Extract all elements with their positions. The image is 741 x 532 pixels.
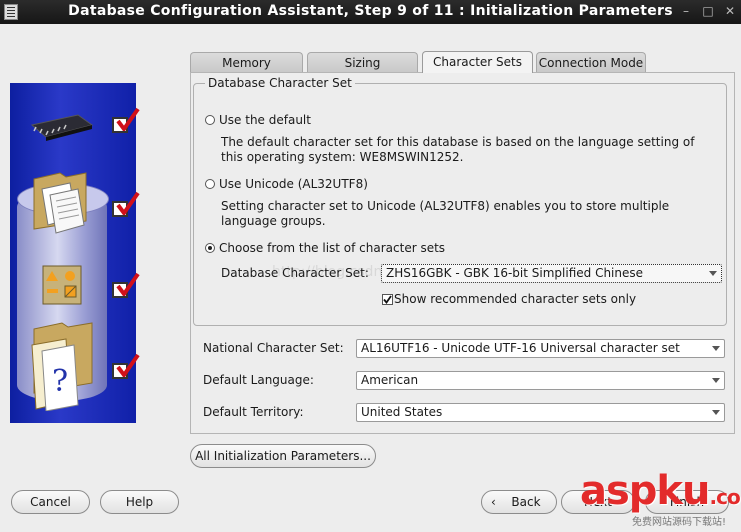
radio-choose-from-list-label[interactable]: Choose from the list of character sets [219,241,445,255]
tab-character-sets[interactable]: Character Sets [422,51,533,73]
back-button-label: Back [511,495,541,509]
chevron-left-icon: ‹ [491,495,496,509]
minimize-icon[interactable]: – [678,3,694,19]
recommended-only-label[interactable]: Show recommended character sets only [394,292,636,306]
national-charset-label: National Character Set: [203,341,344,355]
watermark-logo: aspku.com [580,468,741,514]
db-charset-value: ZHS16GBK - GBK 16-bit Simplified Chinese [386,266,644,280]
default-language-label: Default Language: [203,373,314,387]
default-description: The default character set for this datab… [221,135,695,164]
default-territory-value: United States [361,405,443,419]
radio-use-default-label[interactable]: Use the default [219,113,311,127]
default-territory-label: Default Territory: [203,405,304,419]
close-icon[interactable]: ✕ [722,3,738,19]
national-charset-value: AL16UTF16 - Unicode UTF-16 Universal cha… [361,341,680,355]
db-charset-label: Database Character Set: [221,266,369,280]
radio-choose-from-list[interactable] [205,243,215,253]
window-title: Database Configuration Assistant, Step 9… [68,3,673,19]
group-legend: Database Character Set [205,76,355,90]
memory-chip-icon [30,114,94,141]
help-button[interactable]: Help [100,490,179,514]
recommended-only-checkbox[interactable] [382,294,393,305]
watermark-subtext: 免费网站源码下载站! [632,517,727,528]
checkmark-icon [116,272,140,296]
checkmark-icon [116,191,140,215]
svg-text:?: ? [52,364,68,399]
default-language-value: American [361,373,419,387]
unicode-description: Setting character set to Unicode (AL32UT… [221,199,670,228]
documents-folder-icon [33,172,87,234]
national-charset-select[interactable]: AL16UTF16 - Unicode UTF-16 Universal cha… [356,339,725,358]
radio-use-unicode-label[interactable]: Use Unicode (AL32UTF8) [219,177,368,191]
radio-use-default[interactable] [205,115,215,125]
back-button[interactable]: ‹ Back [481,490,557,514]
all-init-params-button[interactable]: All Initialization Parameters... [190,444,376,468]
chevron-down-icon [712,378,720,383]
radio-use-unicode[interactable] [205,179,215,189]
db-charset-select[interactable]: ZHS16GBK - GBK 16-bit Simplified Chinese [381,264,722,283]
checkmark-icon [116,353,140,377]
help-folder-icon: ? [31,322,93,411]
checkmark-icon [383,295,392,304]
maximize-icon[interactable]: □ [700,3,716,19]
tab-connection-mode[interactable]: Connection Mode [536,52,646,72]
chevron-down-icon [709,271,717,276]
chevron-down-icon [712,410,720,415]
cancel-button[interactable]: Cancel [11,490,90,514]
checkmark-icon [116,107,140,131]
chevron-down-icon [712,346,720,351]
wizard-illustration: ? [10,83,140,423]
shapes-panel-icon [42,265,82,305]
tab-sizing[interactable]: Sizing [307,52,418,72]
default-territory-select[interactable]: United States [356,403,725,422]
tab-memory[interactable]: Memory [190,52,303,72]
title-bar: Database Configuration Assistant, Step 9… [0,0,741,24]
default-language-select[interactable]: American [356,371,725,390]
